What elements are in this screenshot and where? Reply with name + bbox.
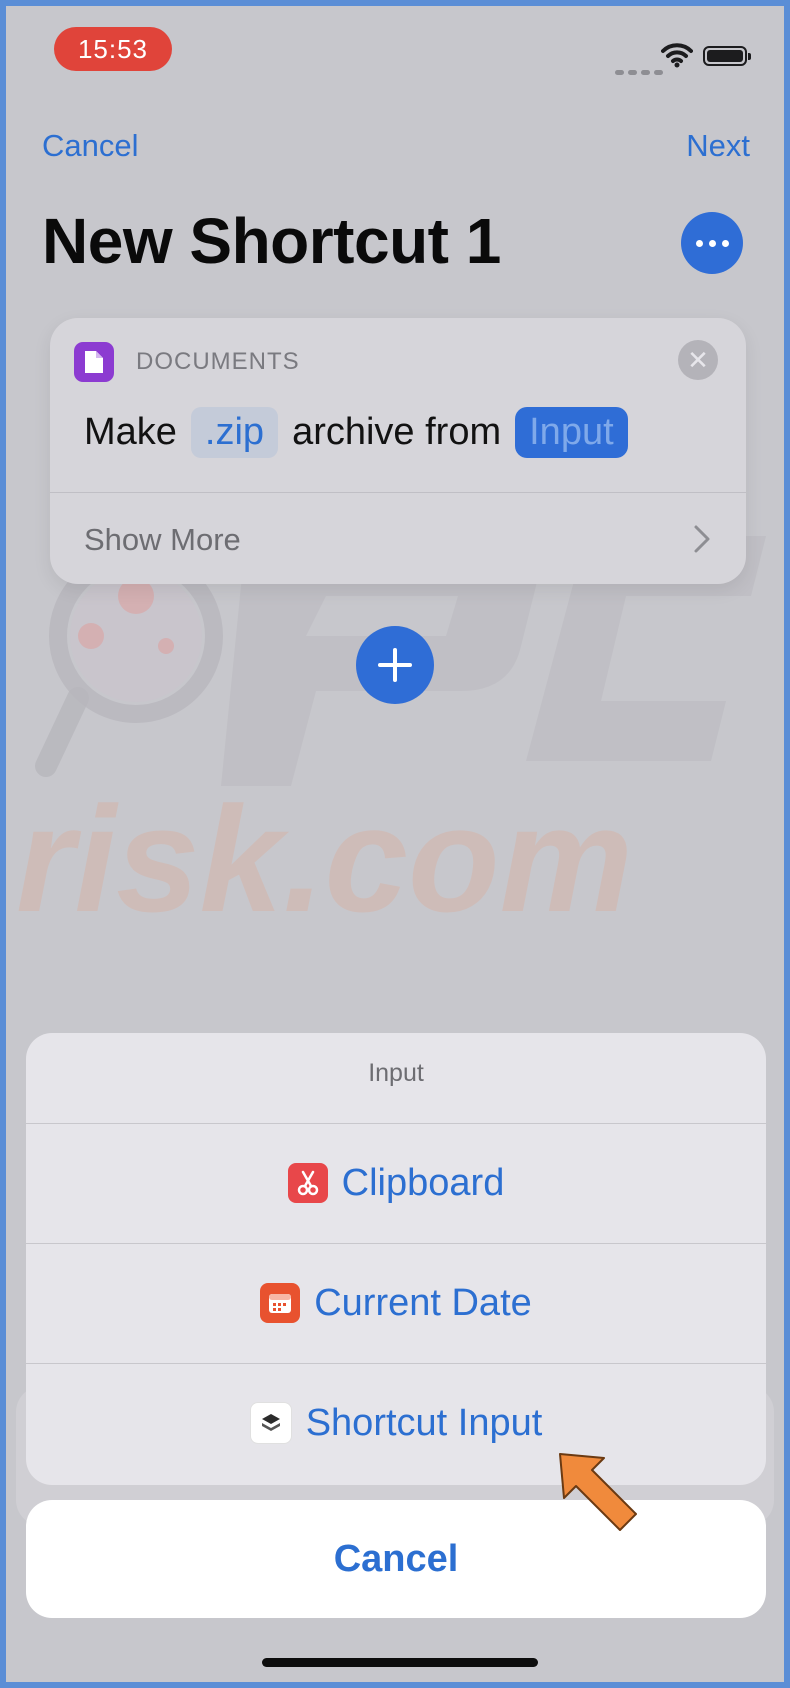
documents-icon — [74, 342, 114, 382]
watermark-logo: risk.com — [16, 536, 766, 943]
page-title: New Shortcut 1 — [42, 205, 501, 277]
input-action-sheet: Input Clipboard Current Date Shortcut In… — [26, 1033, 766, 1485]
show-more-button[interactable]: Show More — [84, 522, 241, 558]
sheet-title: Input — [368, 1059, 424, 1087]
wifi-icon — [661, 43, 693, 68]
action-middle-text: archive from — [292, 410, 502, 453]
action-summary: Make .zip archive from Input — [84, 404, 628, 460]
sheet-divider — [26, 1243, 766, 1244]
option-current-date[interactable]: Current Date — [26, 1245, 766, 1361]
cancel-button[interactable]: Cancel — [42, 128, 139, 164]
cellular-signal-icon — [615, 62, 667, 80]
action-category: DOCUMENTS — [136, 348, 300, 375]
chevron-right-icon — [694, 525, 710, 553]
status-time: 15:53 — [54, 27, 172, 71]
battery-icon — [703, 46, 751, 66]
option-clipboard[interactable]: Clipboard — [26, 1125, 766, 1241]
next-button[interactable]: Next — [686, 128, 750, 164]
calendar-icon — [260, 1283, 301, 1323]
action-card[interactable]: DOCUMENTS ✕ Make .zip archive from Input… — [50, 318, 746, 584]
option-label: Current Date — [314, 1281, 532, 1324]
option-shortcut-input[interactable]: Shortcut Input — [26, 1365, 766, 1481]
scissors-icon — [287, 1163, 328, 1203]
phone-screen: 15:53 Cancel Next New Shortcut 1 risk.co… — [6, 6, 784, 1682]
action-verb: Make — [84, 410, 177, 453]
more-options-button[interactable] — [681, 212, 743, 274]
remove-action-button[interactable]: ✕ — [678, 340, 718, 380]
sheet-divider — [26, 1363, 766, 1364]
sheet-divider — [26, 1123, 766, 1124]
option-label: Clipboard — [341, 1161, 505, 1204]
card-divider — [50, 492, 746, 493]
shortcuts-icon — [249, 1402, 292, 1444]
input-chip[interactable]: Input — [515, 406, 628, 458]
home-indicator — [262, 1658, 538, 1667]
sheet-cancel-button[interactable]: Cancel — [26, 1500, 766, 1618]
svg-text:risk.com: risk.com — [16, 775, 633, 943]
format-chip[interactable]: .zip — [190, 406, 279, 458]
add-action-button[interactable] — [356, 626, 434, 704]
option-label: Shortcut Input — [305, 1401, 543, 1444]
pointer-arrow-icon — [559, 1453, 637, 1531]
